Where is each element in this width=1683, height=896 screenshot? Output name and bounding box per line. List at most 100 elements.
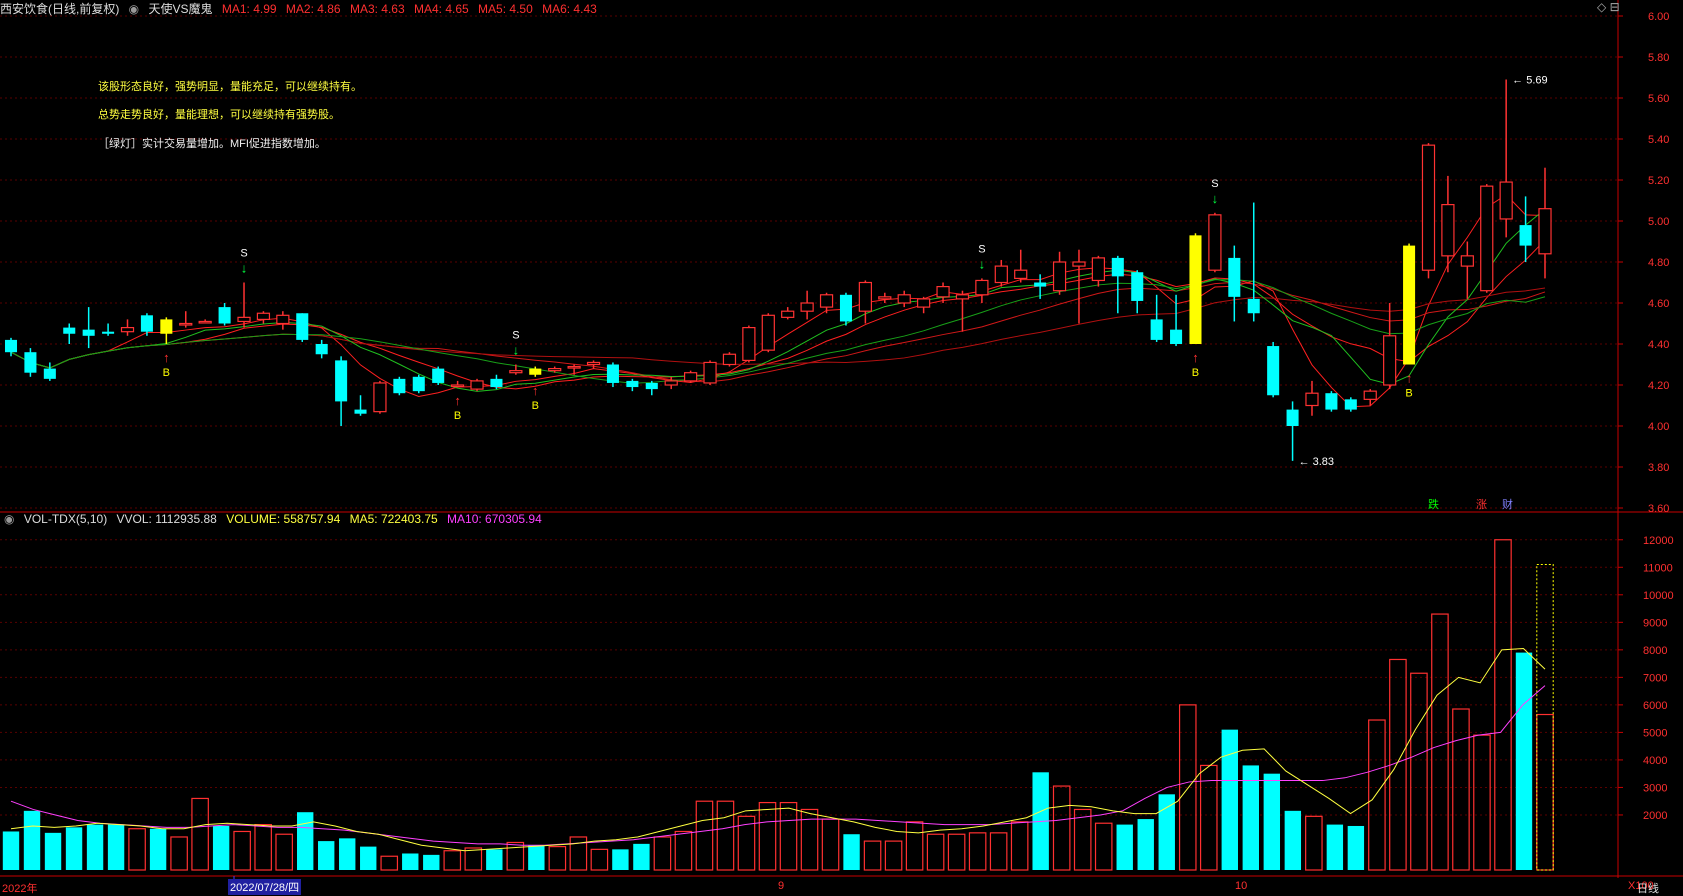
ma3-value: MA3: 4.63 [349,2,405,16]
volume-bar-up [1368,719,1386,871]
candle-body-up [858,281,872,312]
candle-body-up [664,380,678,386]
candle-body-down [1150,319,1163,340]
price-tick-label: 4.80 [1648,257,1669,269]
volume-bar-down [1221,729,1238,870]
diamond-icon[interactable]: ◇ [1597,0,1606,14]
stock-title[interactable]: 西安饮食(日线,前复权) [0,2,119,16]
sell-arrow-icon: ↓ [241,261,248,276]
candle-body-down [315,344,328,355]
price-tick-label: 3.60 [1648,503,1669,515]
date-cursor[interactable]: 2022/07/28/四 [228,879,302,895]
volume-bar-up [653,836,672,871]
candle-body-down [335,360,348,402]
volume-bar-down [633,843,650,870]
candle-body-down [4,339,18,353]
candle-body-up [975,279,989,296]
date-month-9: 9 [778,880,785,892]
volume-bar-down [212,825,230,870]
candle-body-down [626,380,639,388]
volume-bar-down [1263,773,1281,870]
sell-arrow-icon: ↓ [513,343,520,358]
ma4-value: MA4: 4.65 [414,2,469,16]
indicator-name[interactable]: 天使VS魔鬼 [149,2,213,16]
ma5-value: MA5: 4.50 [478,2,533,16]
volume-tick-label: 2000 [1643,810,1667,822]
candle-body-up [800,302,814,312]
volume-bar-up [1494,539,1512,871]
volume-tick-label: 8000 [1643,645,1667,657]
price-tick-label: 4.00 [1648,421,1669,433]
volume-bar-up [779,801,798,871]
price-tick-label: 6.00 [1648,11,1669,23]
volume-bar-down [1326,824,1344,870]
volume-bar-up [275,833,293,871]
candle-body-up [470,380,484,390]
buy-arrow-icon: ↑ [1406,371,1413,386]
volume-bar-up [674,830,693,871]
candle-body-down [606,364,619,383]
candle-body-down [1325,393,1338,410]
volume-toggle-icon[interactable]: ◉ [4,512,14,526]
price-tick-label: 5.00 [1648,216,1669,228]
volume-bar-down [360,846,377,870]
candle-body-up [1052,261,1067,292]
sell-signal-label: S [1211,178,1218,190]
price-tick-label: 5.20 [1648,175,1669,187]
price-tick-label: 5.80 [1648,52,1669,64]
period-label[interactable]: 日线 [1637,880,1659,896]
vvol-value: VVOL: 1112935.88 [116,512,217,526]
volume-bar-up [380,855,399,871]
volume-bar-down [2,831,20,870]
candle-body-up [994,265,1008,284]
candle-body-up [1305,392,1319,407]
candle-body-down [1111,257,1124,277]
volume-bar-down [1347,825,1365,870]
volume-bar-down [1158,794,1175,870]
volume-tick-label: 5000 [1643,727,1667,739]
volume-ma10: MA10: 670305.94 [447,512,542,526]
buy-arrow-icon: ↑ [454,393,461,408]
volume-bar-down [318,841,335,870]
collapse-icon[interactable]: ⊟ [1610,0,1620,14]
tag-rise[interactable]: 涨 [1476,496,1487,512]
candle-body-down [645,382,658,390]
candle-body-up [256,312,271,321]
volume-bar-down [1515,652,1533,870]
volume-bar-up [443,850,462,871]
candle-body-down [490,378,503,388]
volume-bar-up [758,801,777,871]
note-line-1: 该股形态良好，强势明显，量能充足，可以继续持有。 [98,81,362,93]
tag-fall[interactable]: 跌 [1428,496,1439,512]
volume-bar-up [989,832,1008,871]
price-tick-label: 4.40 [1648,339,1669,351]
candle-body-up [684,372,698,382]
candle-body-up [276,314,290,325]
volume-bar-up [1536,713,1554,871]
candle-body-up [936,286,950,298]
volume-bar-down [1137,819,1154,870]
candle-body-down [1131,272,1144,301]
candle-body-up [198,320,212,324]
buy-signal-label: B [163,367,170,379]
volume-bar-up [800,808,819,871]
volume-bar-down [65,827,83,870]
tag-finance[interactable]: 财 [1502,496,1513,512]
indicator-toggle-icon[interactable]: ◉ [129,2,139,16]
candle-body-down [1344,399,1357,410]
note-line-3: ［绿灯］实计交易量增加。MFI促进指数增加。 [98,138,326,150]
candle-body-up [1538,208,1552,255]
candle-body-up [878,296,892,300]
volume-bar-up [233,830,251,871]
buy-arrow-icon: ↑ [1192,350,1199,365]
volume-bar-down [843,834,860,870]
volume-indicator-name[interactable]: VOL-TDX(5,10) [24,512,107,526]
candle-body-up [1421,144,1436,271]
buy-signal-label: B [532,400,539,412]
price-tick-label: 4.20 [1648,380,1669,392]
price-low-label: ← 3.83 [1299,456,1334,468]
volume-bar-up [716,800,735,871]
candle-body-up [703,361,717,384]
candle-body-up [742,327,756,362]
sell-arrow-icon: ↓ [1212,191,1219,206]
